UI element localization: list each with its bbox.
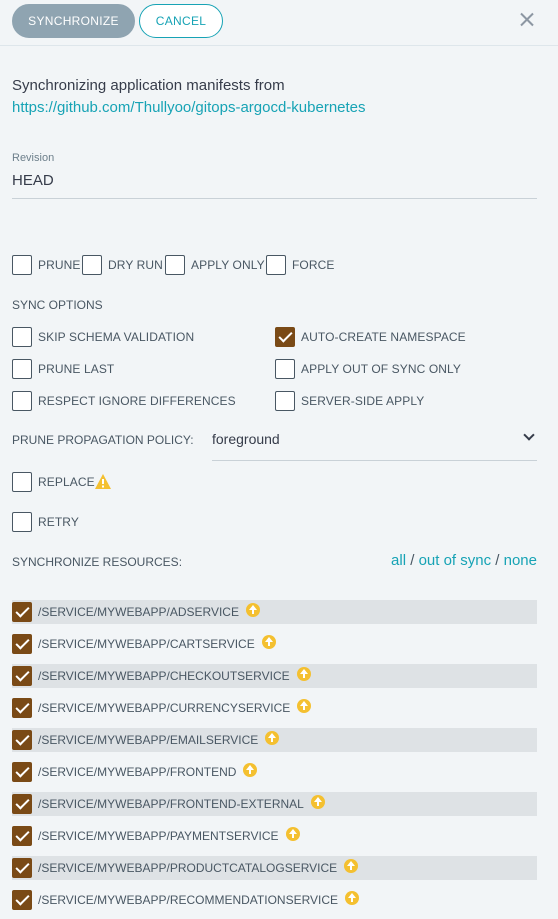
out-of-sync-icon [265,731,280,745]
revision-label: Revision [12,152,55,164]
out-of-sync-icon [243,763,258,777]
close-icon[interactable] [516,9,538,31]
sync-options-title: SYNC OPTIONS [12,298,103,312]
resource-label: /SERVICE/MYWEBAPP/FRONTEND-EXTERNAL [38,795,325,811]
filter-separator: / [410,552,415,569]
auto-create-namespace-checkbox[interactable] [275,327,295,347]
resource-label: /SERVICE/MYWEBAPP/PRODUCTCATALOGSERVICE [38,859,359,875]
dry-run-checkbox[interactable] [82,255,102,275]
prune-propagation-policy-value: foreground [212,431,280,447]
out-of-sync-icon [344,859,359,873]
filter-separator: / [495,552,500,569]
resource-row[interactable]: /SERVICE/MYWEBAPP/FRONTEND [12,760,537,784]
cancel-button[interactable]: CANCEL [139,4,223,38]
force-checkbox[interactable] [266,255,286,275]
prune-checkbox[interactable] [12,255,32,275]
prune-last-checkbox[interactable] [12,359,32,379]
replace-label: REPLACE [38,475,95,489]
intro-text: Synchronizing application manifests from [12,77,285,94]
out-of-sync-icon [285,827,300,841]
server-side-apply-label: SERVER-SIDE APPLY [301,394,425,408]
server-side-apply-checkbox[interactable] [275,391,295,411]
filter-all-link[interactable]: all [391,552,406,569]
force-label: FORCE [292,258,335,272]
apply-only-checkbox[interactable] [165,255,185,275]
resource-row[interactable]: /SERVICE/MYWEBAPP/CARTSERVICE [12,632,537,656]
retry-label: RETRY [38,515,79,529]
resource-label: /SERVICE/MYWEBAPP/CARTSERVICE [38,635,276,651]
filter-none-link[interactable]: none [504,552,537,569]
apply-out-of-sync-only-label: APPLY OUT OF SYNC ONLY [301,362,462,376]
resource-row[interactable]: /SERVICE/MYWEBAPP/CURRENCYSERVICE [12,696,537,720]
apply-only-label: APPLY ONLY [191,258,265,272]
resource-checkbox[interactable] [12,730,32,750]
resource-label: /SERVICE/MYWEBAPP/CURRENCYSERVICE [38,699,312,715]
prune-last-label: PRUNE LAST [38,362,115,376]
resource-label: /SERVICE/MYWEBAPP/FRONTEND [38,763,258,779]
resource-row[interactable]: /SERVICE/MYWEBAPP/EMAILSERVICE [12,728,537,752]
repo-link[interactable]: https://github.com/Thullyoo/gitops-argoc… [12,99,366,116]
auto-create-namespace-label: AUTO-CREATE NAMESPACE [301,330,466,344]
resource-checkbox[interactable] [12,602,32,622]
apply-out-of-sync-only-checkbox[interactable] [275,359,295,379]
out-of-sync-icon [245,603,260,617]
resource-checkbox[interactable] [12,890,32,910]
replace-checkbox[interactable] [12,472,32,492]
warning-icon [95,474,111,489]
resource-checkbox[interactable] [12,826,32,846]
resource-checkbox[interactable] [12,762,32,782]
prune-propagation-policy-select[interactable]: foreground [212,427,537,461]
retry-checkbox[interactable] [12,512,32,532]
chevron-down-icon[interactable] [523,429,535,441]
skip-schema-validation-checkbox[interactable] [12,327,32,347]
resource-checkbox[interactable] [12,698,32,718]
dry-run-label: DRY RUN [108,258,163,272]
resource-row[interactable]: /SERVICE/MYWEBAPP/CHECKOUTSERVICE [12,664,537,688]
resource-label: /SERVICE/MYWEBAPP/PAYMENTSERVICE [38,827,300,843]
out-of-sync-icon [310,795,325,809]
resource-label: /SERVICE/MYWEBAPP/CHECKOUTSERVICE [38,667,311,683]
resource-row[interactable]: /SERVICE/MYWEBAPP/FRONTEND-EXTERNAL [12,792,537,816]
out-of-sync-icon [261,635,276,649]
revision-input[interactable]: HEAD [12,172,54,189]
resource-checkbox[interactable] [12,794,32,814]
respect-ignore-differences-label: RESPECT IGNORE DIFFERENCES [38,394,236,408]
synchronize-button[interactable]: SYNCHRONIZE [12,4,135,38]
synchronize-resources-title: SYNCHRONIZE RESOURCES: [12,555,183,569]
out-of-sync-icon [296,667,311,681]
out-of-sync-icon [345,891,360,905]
resource-checkbox[interactable] [12,858,32,878]
resource-row[interactable]: /SERVICE/MYWEBAPP/PRODUCTCATALOGSERVICE [12,856,537,880]
filter-out-of-sync-link[interactable]: out of sync [419,552,492,569]
resource-checkbox[interactable] [12,634,32,654]
resource-row[interactable]: /SERVICE/MYWEBAPP/ADSERVICE [12,600,537,624]
resource-label: /SERVICE/MYWEBAPP/EMAILSERVICE [38,731,280,747]
prune-propagation-policy-label: PRUNE PROPAGATION POLICY: [12,433,194,447]
resource-row[interactable]: /SERVICE/MYWEBAPP/RECOMMENDATIONSERVICE [12,888,537,912]
skip-schema-validation-label: SKIP SCHEMA VALIDATION [38,330,195,344]
resource-row[interactable]: /SERVICE/MYWEBAPP/PAYMENTSERVICE [12,824,537,848]
revision-underline [12,198,537,199]
resource-label: /SERVICE/MYWEBAPP/ADSERVICE [38,603,260,619]
out-of-sync-icon [297,699,312,713]
resource-label: /SERVICE/MYWEBAPP/RECOMMENDATIONSERVICE [38,891,360,907]
resource-filter-links: all / out of sync / none [391,552,537,569]
respect-ignore-differences-checkbox[interactable] [12,391,32,411]
prune-label: PRUNE [38,258,81,272]
resource-checkbox[interactable] [12,666,32,686]
panel-header: SYNCHRONIZE CANCEL [0,0,558,46]
